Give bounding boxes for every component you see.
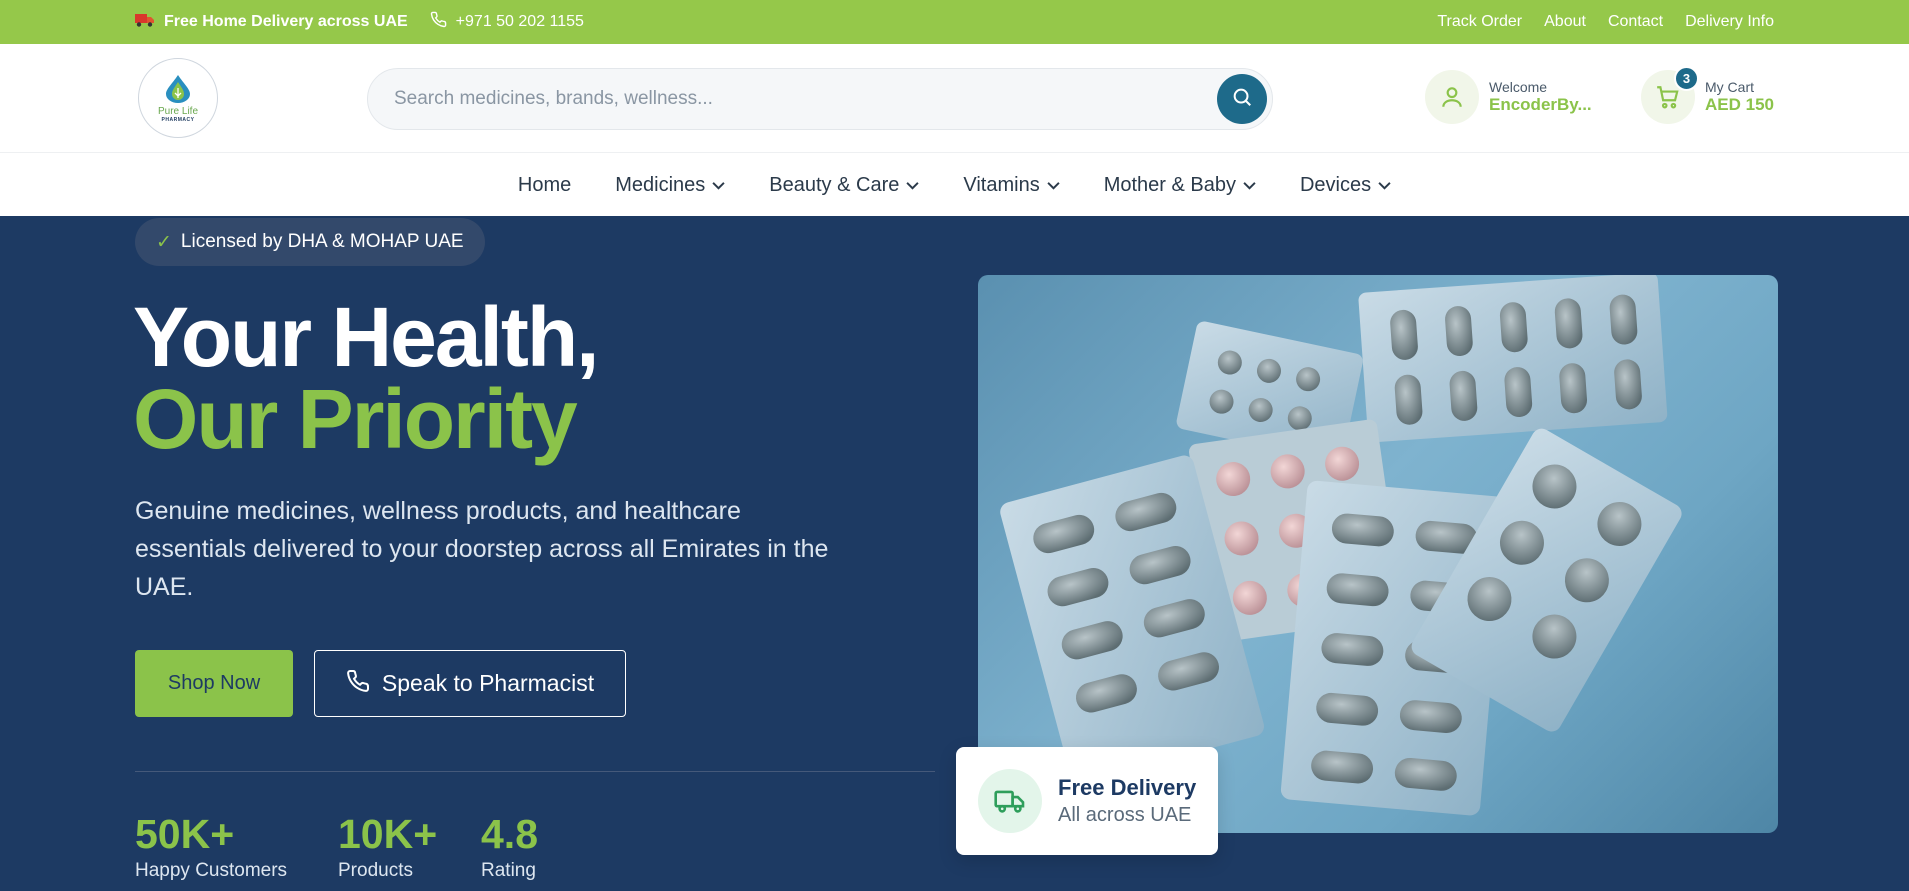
phone-number: +971 50 202 1155 xyxy=(455,13,584,30)
contact-phone[interactable]: +971 50 202 1155 xyxy=(430,11,584,33)
delivery-info-link[interactable]: Delivery Info xyxy=(1685,13,1774,31)
stat-label: Products xyxy=(338,860,413,881)
search-input[interactable] xyxy=(394,69,1174,129)
delivery-truck-icon xyxy=(978,769,1042,833)
license-badge: ✓ Licensed by DHA & MOHAP UAE xyxy=(135,218,485,266)
hero-description: Genuine medicines, wellness products, an… xyxy=(135,497,829,601)
delivery-notice: Free Home Delivery across UAE xyxy=(135,12,408,33)
nav-item-medicines[interactable]: Medicines xyxy=(615,174,725,197)
top-announcement-bar: Free Home Delivery across UAE +971 50 20… xyxy=(0,0,1909,44)
chevron-down-icon xyxy=(1047,181,1060,190)
phone-icon xyxy=(430,11,456,33)
nav-item-beauty-care[interactable]: Beauty & Care xyxy=(769,174,919,197)
stat-value: 10K+ xyxy=(338,811,438,857)
shop-now-button[interactable]: Shop Now xyxy=(135,650,293,717)
nav-item-mother-baby[interactable]: Mother & Baby xyxy=(1104,174,1256,197)
nav-item-label: Medicines xyxy=(615,173,706,196)
main-navigation: Home Medicines Beauty & Care Vitamins Mo… xyxy=(0,154,1909,216)
hero-title: Your Health, Our Priority xyxy=(133,290,599,466)
check-icon: ✓ xyxy=(156,231,172,253)
phone-icon xyxy=(346,669,382,699)
cart-count-badge: 3 xyxy=(1674,66,1699,91)
speak-to-pharmacist-label: Speak to Pharmacist xyxy=(381,670,595,696)
delivery-card-title: Free Delivery xyxy=(1058,775,1197,800)
search-button[interactable] xyxy=(1217,74,1267,124)
nav-item-vitamins[interactable]: Vitamins xyxy=(963,173,1060,197)
truck-icon xyxy=(135,12,164,33)
nav-item-label: Devices xyxy=(1299,173,1372,196)
hero-title-line2: Our Priority xyxy=(133,372,578,466)
logo-brand-text: Pure Life xyxy=(157,105,199,117)
about-link[interactable]: About xyxy=(1544,13,1586,31)
hero-divider xyxy=(135,771,935,772)
user-icon xyxy=(1425,70,1479,124)
stat-value: 4.8 xyxy=(481,811,538,857)
nav-item-label: Mother & Baby xyxy=(1103,173,1236,196)
cart-label: My Cart xyxy=(1705,79,1754,95)
chevron-down-icon xyxy=(1243,181,1256,190)
stat-value: 50K+ xyxy=(135,811,235,857)
pharmacy-logo[interactable]: Pure Life PHARMACY xyxy=(138,58,218,138)
logo-sub-text: PHARMACY xyxy=(161,116,195,123)
license-badge-text: Licensed by DHA & MOHAP UAE xyxy=(180,231,464,252)
contact-link[interactable]: Contact xyxy=(1608,13,1663,31)
stat-happy-customers: 50K+ Happy Customers xyxy=(135,812,287,882)
chevron-down-icon xyxy=(712,181,725,190)
speak-to-pharmacist-button[interactable]: Speak to Pharmacist xyxy=(314,650,626,717)
delivery-card-subtitle: All across UAE xyxy=(1058,804,1192,826)
hero-section: ✓ Licensed by DHA & MOHAP UAE Your Healt… xyxy=(0,216,1909,891)
cart-button[interactable]: 3 My Cart AED 150 xyxy=(1641,66,1774,124)
hero-title-line1: Your Health, xyxy=(133,290,599,384)
track-order-link[interactable]: Track Order xyxy=(1437,13,1522,31)
account-button[interactable]: Welcome EncoderBy... xyxy=(1425,70,1592,124)
search-icon xyxy=(1231,86,1253,113)
free-delivery-card: Free Delivery All across UAE xyxy=(956,747,1218,855)
chevron-down-icon xyxy=(1378,181,1391,190)
nav-item-label: Home xyxy=(517,173,572,196)
account-greeting: Welcome xyxy=(1489,79,1548,95)
chevron-down-icon xyxy=(906,181,919,190)
nav-item-label: Vitamins xyxy=(963,173,1040,196)
nav-item-devices[interactable]: Devices xyxy=(1300,174,1391,197)
cart-icon: 3 xyxy=(1641,66,1699,124)
stat-label: Rating xyxy=(481,860,536,881)
stat-rating: 4.8 Rating xyxy=(481,812,538,882)
stat-label: Happy Customers xyxy=(135,860,288,881)
delivery-notice-text: Free Home Delivery across UAE xyxy=(164,13,408,30)
stat-products: 10K+ Products xyxy=(338,812,437,882)
account-username: EncoderBy... xyxy=(1489,95,1592,114)
nav-item-home[interactable]: Home xyxy=(518,174,571,197)
logo-drop-icon xyxy=(166,74,190,103)
site-header: Pure Life PHARMACY Welcome EncoderBy... … xyxy=(0,44,1909,153)
search-bar xyxy=(367,68,1273,130)
nav-item-label: Beauty & Care xyxy=(769,173,900,196)
cart-total: AED 150 xyxy=(1705,95,1774,114)
